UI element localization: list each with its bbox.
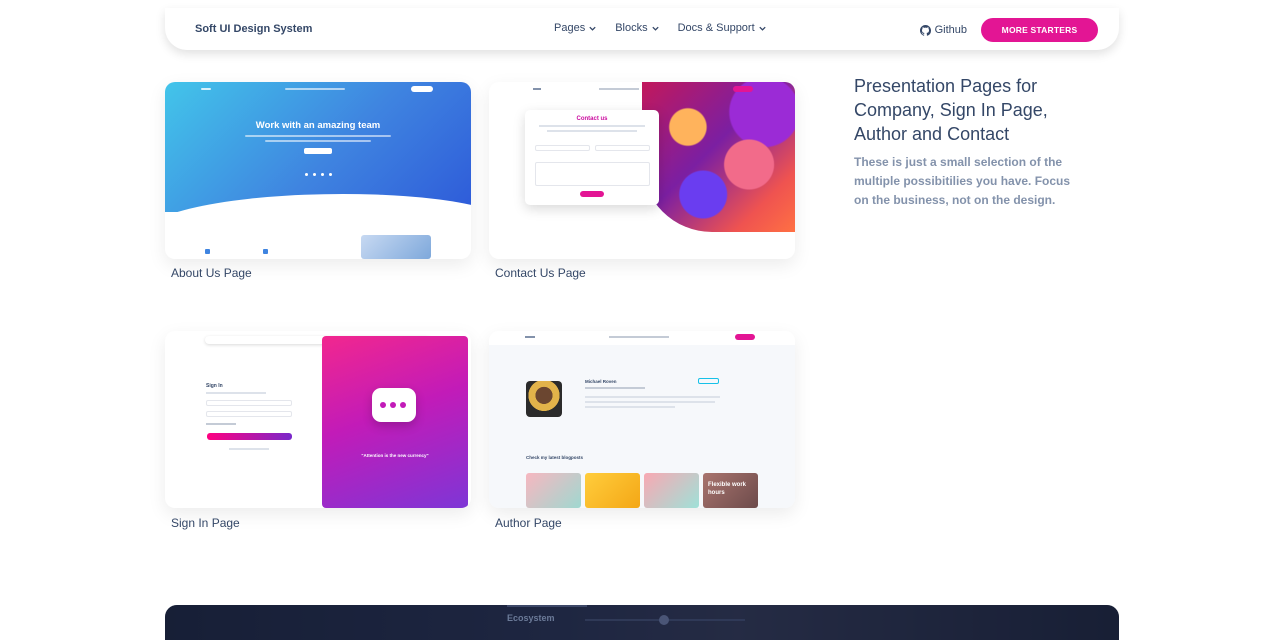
contact-preview-art: [642, 82, 795, 232]
about-preview-title: Work with an amazing team: [255, 120, 381, 131]
author-preview-thumb: [644, 473, 699, 508]
nav-blocks[interactable]: Blocks: [615, 22, 659, 34]
nav-links: Pages Blocks Docs & Support: [554, 22, 767, 34]
author-preview-thumb: [585, 473, 640, 508]
chevron-down-icon: [651, 26, 659, 31]
nav-blocks-label: Blocks: [615, 22, 648, 34]
contact-us-card-label[interactable]: Contact Us Page: [495, 266, 586, 280]
about-preview-icon: [263, 249, 268, 254]
contact-preview-form: Contact us: [525, 110, 659, 205]
top-navbar: Soft UI Design System Pages Blocks Docs …: [165, 8, 1119, 50]
about-preview-subtitle: [245, 132, 391, 142]
signin-preview-title: Sign In: [206, 383, 223, 389]
about-us-card[interactable]: Work with an amazing team: [165, 82, 471, 259]
author-preview-thumb: Flexible work hours: [703, 473, 758, 508]
about-preview-icon: [205, 249, 210, 254]
banner-avatar: [659, 615, 669, 625]
author-preview-section: Check my latest blogposts: [526, 455, 584, 460]
about-us-card-label[interactable]: About Us Page: [171, 266, 252, 280]
nav-pages[interactable]: Pages: [554, 22, 597, 34]
author-card[interactable]: Michael Roven Check my latest blogposts …: [489, 331, 795, 508]
banner-text: Ecosystem: [507, 613, 555, 623]
signin-preview-button: [207, 433, 292, 440]
chat-bubble-icon: [372, 388, 416, 422]
github-icon: [919, 24, 931, 36]
author-preview-avatar: [526, 381, 562, 417]
about-preview-button: [304, 148, 332, 154]
chevron-down-icon: [589, 26, 596, 31]
nav-docs-support[interactable]: Docs & Support: [678, 22, 767, 34]
brand-logo[interactable]: Soft UI Design System: [195, 23, 312, 35]
about-preview-hero: [165, 82, 471, 212]
author-preview-card-text: Flexible work hours: [708, 482, 747, 496]
about-preview-nav: [165, 86, 471, 94]
nav-right: Github MORE STARTERS: [919, 18, 1098, 42]
more-starters-button[interactable]: MORE STARTERS: [981, 18, 1098, 42]
chevron-down-icon: [759, 26, 766, 31]
about-preview-image: [361, 235, 431, 259]
sign-in-card-label[interactable]: Sign In Page: [171, 516, 240, 530]
nav-pages-label: Pages: [554, 22, 586, 34]
signin-preview-quote: "Attention is the new currency": [361, 453, 429, 458]
contact-preview-title: Contact us: [576, 116, 608, 122]
ecosystem-banner: Ecosystem: [165, 605, 1119, 640]
signin-preview-art: "Attention is the new currency": [322, 336, 468, 508]
sign-in-card[interactable]: "Attention is the new currency" Sign In: [165, 331, 471, 508]
author-preview-thumb: [526, 473, 581, 508]
github-link[interactable]: Github: [919, 24, 967, 36]
github-label: Github: [934, 24, 967, 36]
author-preview-name: Michael Roven: [585, 379, 617, 384]
presentation-description: These is just a small selection of the m…: [854, 155, 1071, 207]
contact-us-card[interactable]: Contact us: [489, 82, 795, 259]
author-card-label[interactable]: Author Page: [495, 516, 562, 530]
banner-overlay: [165, 605, 1119, 640]
presentation-title: Presentation Pages for Company, Sign In …: [854, 76, 1048, 144]
nav-docs-support-label: Docs & Support: [677, 22, 755, 34]
